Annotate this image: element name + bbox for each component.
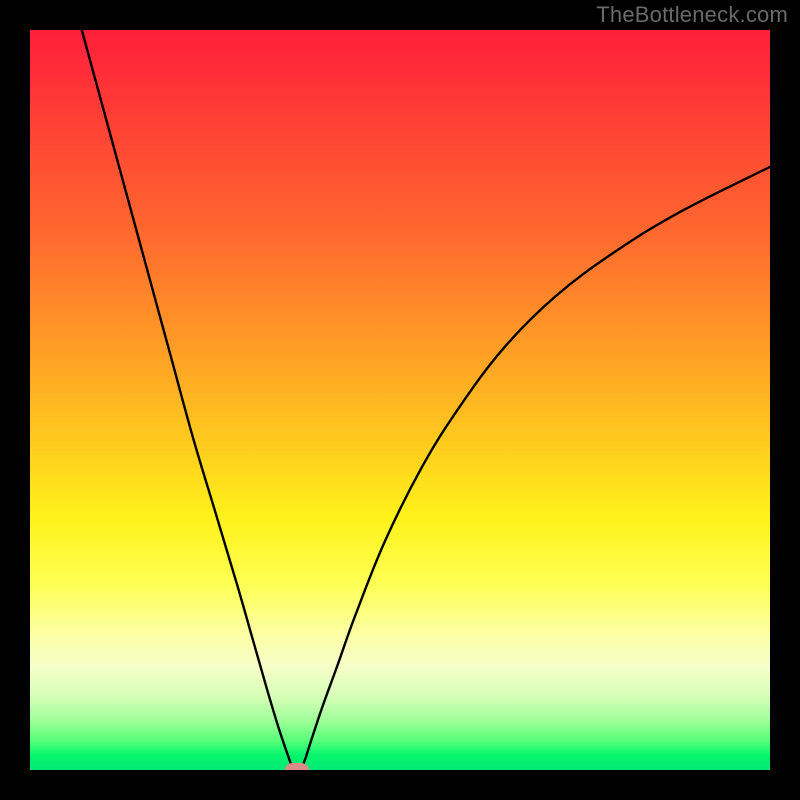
curve-right-branch: [301, 167, 770, 770]
watermark-label: TheBottleneck.com: [596, 2, 788, 28]
curve-left-branch: [82, 30, 294, 770]
bottleneck-curve: [30, 30, 770, 770]
optimum-marker: [285, 763, 309, 770]
plot-area: [30, 30, 770, 770]
chart-frame: TheBottleneck.com: [0, 0, 800, 800]
